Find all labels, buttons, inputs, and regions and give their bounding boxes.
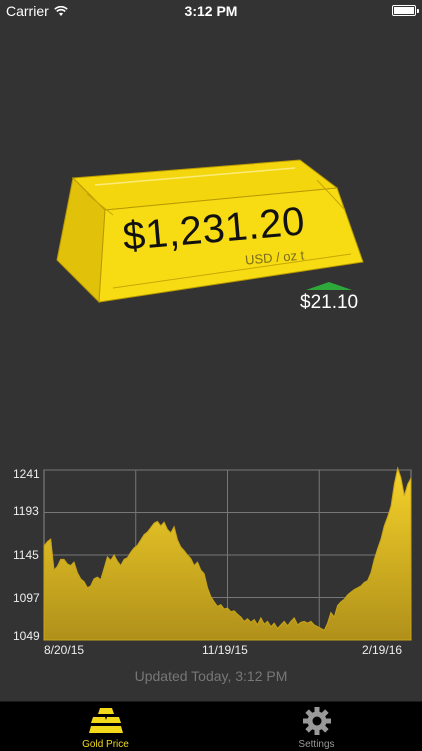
tab-bar: Gold Price Settings: [0, 701, 422, 751]
gear-icon: [302, 707, 331, 735]
tab-gold-price[interactable]: Gold Price: [0, 702, 211, 751]
tab-settings[interactable]: Settings: [211, 702, 422, 751]
y-tick-label: 1145: [13, 548, 39, 562]
x-tick-label: 11/19/15: [202, 643, 248, 657]
price-history-chart[interactable]: [0, 0, 422, 750]
tab-settings-label: Settings: [298, 739, 335, 750]
tab-gold-price-label: Gold Price: [82, 739, 129, 750]
x-tick-label: 2/19/16: [362, 643, 403, 657]
updated-timestamp: Updated Today, 3:12 PM: [134, 668, 288, 684]
gold-bars-icon: [88, 708, 123, 733]
x-tick-label: 8/20/15: [44, 643, 85, 657]
y-tick-label: 1097: [13, 591, 40, 605]
y-tick-label: 1049: [13, 629, 40, 643]
y-tick-label: 1193: [13, 504, 39, 518]
y-tick-label: 1241: [13, 467, 40, 481]
